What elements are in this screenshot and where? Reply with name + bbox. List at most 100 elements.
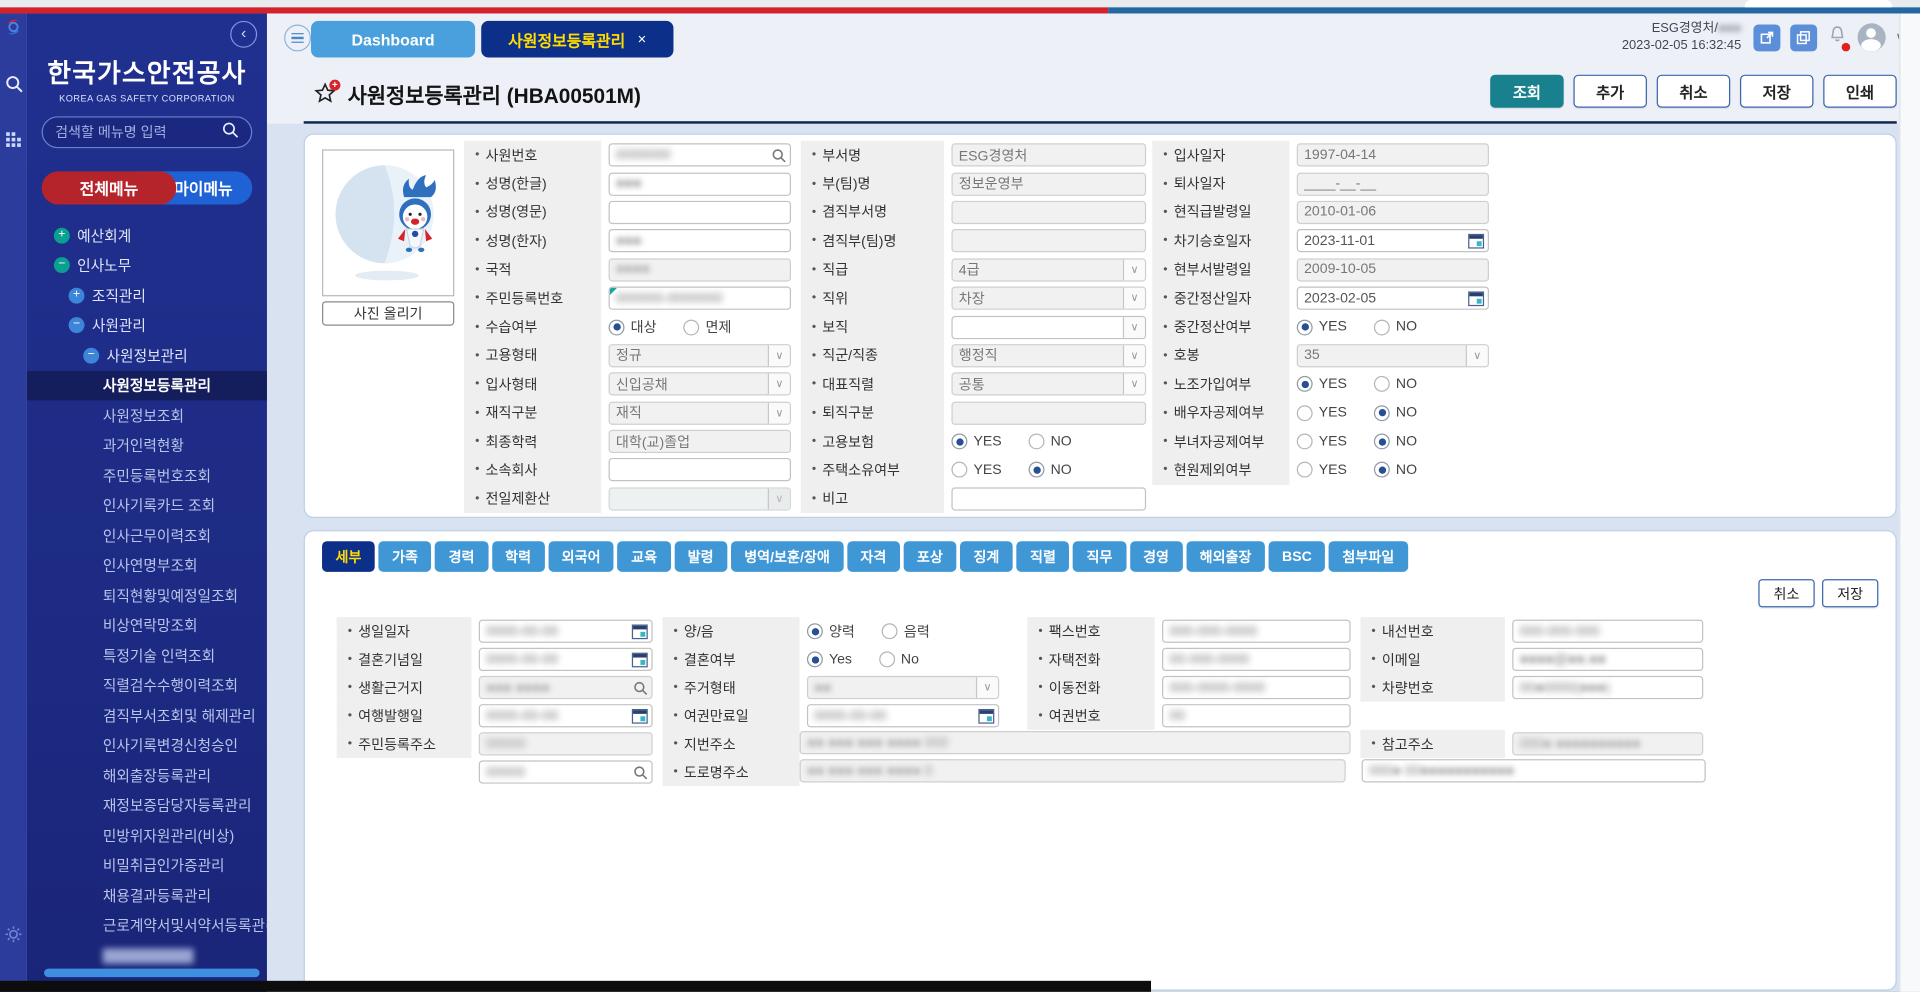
- resident-addr2-field[interactable]: 00000: [479, 760, 653, 783]
- favorite-star-icon[interactable]: +: [313, 81, 337, 105]
- emp-type-field[interactable]: 정규∨: [609, 344, 791, 367]
- radio-icon[interactable]: [1297, 319, 1313, 335]
- radio-icon[interactable]: [1374, 462, 1390, 478]
- radio-icon[interactable]: [882, 623, 898, 639]
- chevron-down-icon[interactable]: ∨: [768, 402, 790, 423]
- radio-icon[interactable]: [1297, 434, 1313, 450]
- sidebar-item-과거인력현황[interactable]: 과거인력현황: [27, 430, 267, 460]
- tab-all-menu[interactable]: 전체메뉴: [42, 171, 177, 204]
- detail-tab-징계[interactable]: 징계: [960, 541, 1013, 572]
- ext-no-field[interactable]: 000-000-000: [1512, 620, 1703, 643]
- chevron-down-icon[interactable]: ∨: [1466, 345, 1488, 366]
- female-deduct-yn-option-NO[interactable]: NO: [1374, 434, 1417, 450]
- copy-window-icon[interactable]: [1790, 24, 1817, 51]
- detail-tab-세부[interactable]: 세부: [322, 541, 375, 572]
- calendar-icon[interactable]: [1468, 291, 1484, 306]
- menu-search-icon[interactable]: [222, 121, 239, 144]
- detail-tab-경영[interactable]: 경영: [1130, 541, 1183, 572]
- headcount-exclude-yn-option-NO[interactable]: NO: [1374, 462, 1417, 478]
- union-yn-option-NO[interactable]: NO: [1374, 376, 1417, 392]
- remarks-field[interactable]: [951, 487, 1146, 510]
- chevron-down-icon[interactable]: ∨: [1123, 288, 1145, 309]
- interim-settle-date-field[interactable]: 2023-02-05: [1297, 287, 1489, 310]
- position-field[interactable]: 차장∨: [951, 287, 1146, 310]
- avatar[interactable]: [1857, 23, 1885, 51]
- menu-search-input[interactable]: 검색할 메뉴명 입력: [42, 116, 253, 148]
- union-yn-option-YES[interactable]: YES: [1297, 376, 1347, 392]
- sidebar-item-주민등록번호조회[interactable]: 주민등록번호조회: [27, 460, 267, 490]
- calendar-icon[interactable]: [632, 708, 648, 723]
- kgs-logo-icon[interactable]: [4, 17, 24, 43]
- spouse-deduct-yn-option-YES[interactable]: YES: [1297, 405, 1347, 421]
- interim-settle-yn-option-NO[interactable]: NO: [1374, 319, 1417, 335]
- sidebar-item-사원정보관리[interactable]: −사원정보관리: [27, 340, 267, 370]
- sidebar-item-인사기록카드 조회[interactable]: 인사기록카드 조회: [27, 490, 267, 520]
- 취소-button[interactable]: 취소: [1657, 75, 1730, 108]
- duty-field[interactable]: ∨: [951, 315, 1146, 338]
- chevron-down-icon[interactable]: ∨: [1123, 317, 1145, 338]
- chevron-down-icon[interactable]: ∨: [768, 488, 790, 509]
- search-icon[interactable]: [633, 765, 648, 780]
- photo-upload-button[interactable]: 사진 올리기: [322, 301, 454, 325]
- rail-search-icon[interactable]: [4, 75, 22, 99]
- radio-icon[interactable]: [951, 434, 967, 450]
- radio-icon[interactable]: [1374, 434, 1390, 450]
- chevron-down-icon[interactable]: ∨: [1123, 259, 1145, 280]
- house-owned-option-NO[interactable]: NO: [1029, 462, 1072, 478]
- rrn-field[interactable]: 000000-0000000: [609, 287, 791, 310]
- sidebar-item-조직관리[interactable]: +조직관리: [27, 280, 267, 310]
- sidebar-item-채용결과등록관리[interactable]: 채용결과등록관리: [27, 880, 267, 910]
- settings-gear-icon[interactable]: [4, 924, 24, 950]
- expand-icon[interactable]: +: [69, 287, 85, 303]
- sidebar-item-비상연락망조회[interactable]: 비상연락망조회: [27, 610, 267, 640]
- sidebar-item-직렬검수수행이력조회[interactable]: 직렬검수수행이력조회: [27, 670, 267, 700]
- passport-expiry-field[interactable]: 0000-00-00: [807, 704, 999, 727]
- page-scrollbar[interactable]: [1899, 13, 1920, 991]
- join-type-field[interactable]: 신입공채∨: [609, 373, 791, 396]
- detail-tab-자격[interactable]: 자격: [847, 541, 900, 572]
- sidebar-item-인사연명부조회[interactable]: 인사연명부조회: [27, 550, 267, 580]
- radio-icon[interactable]: [1374, 319, 1390, 335]
- sidebar-item-특정기술 인력조회[interactable]: 특정기술 인력조회: [27, 640, 267, 670]
- radio-icon[interactable]: [1297, 405, 1313, 421]
- name-cn-field[interactable]: ●●●: [609, 229, 791, 252]
- calendar-icon[interactable]: [632, 624, 648, 639]
- collapse-icon[interactable]: −: [69, 317, 85, 333]
- housing-type-field[interactable]: ●●∨: [807, 676, 999, 699]
- sidebar-item-비밀취급인가증관리[interactable]: 비밀취급인가증관리: [27, 850, 267, 880]
- external-link-icon[interactable]: [1753, 24, 1780, 51]
- tenure-status-field[interactable]: 재직∨: [609, 401, 791, 424]
- detail-tab-병역/보훈/장애[interactable]: 병역/보훈/장애: [731, 541, 843, 572]
- emp-no-field[interactable]: 0000000: [609, 143, 791, 166]
- tab-Dashboard[interactable]: Dashboard: [311, 21, 475, 58]
- probation-option-대상[interactable]: 대상: [609, 317, 657, 337]
- wedding-anniv-field[interactable]: 0000-00-00: [479, 648, 653, 671]
- radio-icon[interactable]: [1297, 462, 1313, 478]
- radio-icon[interactable]: [609, 319, 625, 335]
- detail-tab-경력[interactable]: 경력: [435, 541, 488, 572]
- name-en-field[interactable]: [609, 201, 791, 224]
- radio-icon[interactable]: [1374, 405, 1390, 421]
- detail-저장-button[interactable]: 저장: [1822, 579, 1878, 607]
- solar-lunar-option-음력[interactable]: 음력: [882, 621, 930, 641]
- passport-issue-date-field[interactable]: 0000-00-00: [479, 704, 653, 727]
- detail-tab-직무[interactable]: 직무: [1073, 541, 1126, 572]
- mobile-phone-field[interactable]: 000-0000-0000: [1162, 676, 1351, 699]
- emp-insurance-option-YES[interactable]: YES: [951, 434, 1001, 450]
- radio-icon[interactable]: [1297, 376, 1313, 392]
- chevron-down-icon[interactable]: ∨: [1123, 345, 1145, 366]
- name-kr-field[interactable]: ●●●: [609, 172, 791, 195]
- radio-icon[interactable]: [1374, 376, 1390, 392]
- search-icon[interactable]: [771, 148, 786, 163]
- sidebar-item-예산회계[interactable]: +예산회계: [27, 220, 267, 250]
- female-deduct-yn-option-YES[interactable]: YES: [1297, 434, 1347, 450]
- detail-tab-해외출장[interactable]: 해외출장: [1186, 541, 1265, 572]
- chevron-down-icon[interactable]: ∨: [768, 345, 790, 366]
- search-icon[interactable]: [633, 680, 648, 695]
- sidebar-item-인사노무[interactable]: −인사노무: [27, 250, 267, 280]
- detail-tab-가족[interactable]: 가족: [379, 541, 432, 572]
- sidebar-item-겸직부서조회및 해제관리[interactable]: 겸직부서조회및 해제관리: [27, 700, 267, 730]
- 조회-button[interactable]: 조회: [1490, 75, 1563, 108]
- chevron-down-icon[interactable]: ∨: [1123, 374, 1145, 395]
- radio-icon[interactable]: [807, 651, 823, 667]
